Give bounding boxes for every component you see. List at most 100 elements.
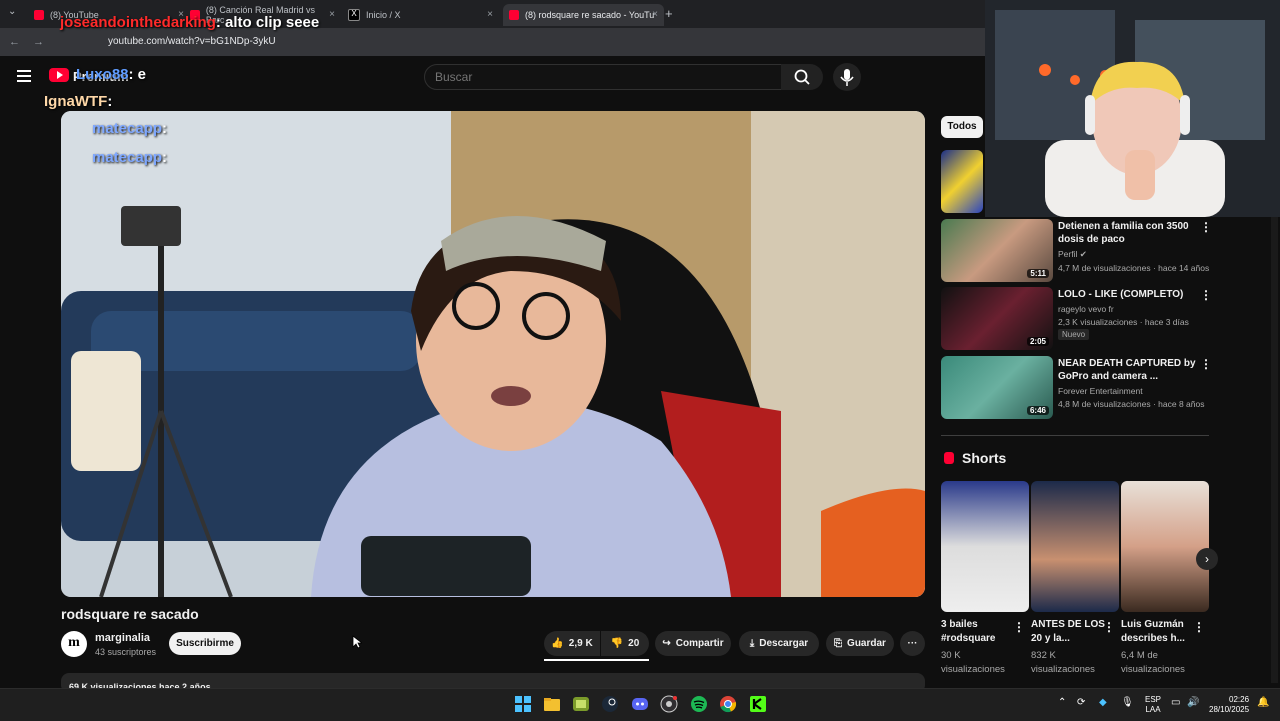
chat-username: matecapp [92,120,163,137]
url-field[interactable]: youtube.com/watch?v=bG1NDp-3ykU [108,36,276,47]
forward-arrow-icon[interactable]: → [33,36,44,48]
short-title[interactable]: 3 bailes #rodsquare [941,618,1021,646]
video-thumbnail[interactable]: 2:05 [941,287,1053,350]
bookmark-icon: ⎘ [834,638,843,649]
tab-inicio-x[interactable]: X Inicio / X × [348,4,493,26]
mouse-cursor-icon [352,635,362,649]
more-options-icon[interactable]: ⋮ [1200,220,1212,234]
search-icon [794,69,810,85]
recommendation-channel[interactable]: rageylo vevo fr [1058,304,1114,314]
chat-username: joseandointhedarking [60,14,216,31]
close-tab-icon[interactable]: × [329,9,335,20]
short-views: 30 K visualizaciones [941,650,1005,675]
channel-name[interactable]: marginalia [95,632,150,644]
save-button[interactable]: ⎘ Guardar [826,631,894,656]
youtube-logo-icon[interactable] [49,68,69,82]
like-ratio-bar [544,659,649,661]
next-shorts-button[interactable]: › [1196,548,1218,570]
duration-badge: 5:11 [1027,269,1049,278]
share-label: Compartir [675,638,724,649]
chip-todos[interactable]: Todos [941,116,983,138]
microphone-tray-icon[interactable]: 🎙 [1121,697,1134,708]
channel-avatar[interactable]: m [61,631,87,657]
tab-search-button[interactable]: ⌄ [8,6,16,17]
recommendation-title[interactable]: Detienen a familia con 3500 dosis de pac… [1058,220,1198,246]
subscribe-button[interactable]: Suscribirme [169,632,241,655]
short-thumbnail[interactable] [1121,481,1209,612]
page-scrollbar[interactable] [1271,217,1278,683]
close-tab-icon[interactable]: × [652,9,658,20]
share-button[interactable]: ↪ Compartir [655,631,731,656]
more-options-icon[interactable]: ⋮ [1013,620,1025,634]
chat-line: matecapp: [92,120,167,137]
hamburger-menu-icon[interactable] [17,70,31,82]
tab-rodsquare-active[interactable]: (8) rodsquare re sacado - YouTu × [503,4,664,26]
volume-icon[interactable]: 🔊 [1187,697,1199,708]
short-title[interactable]: ANTES DE LOS 20 y la... [1031,618,1111,646]
file-explorer-icon[interactable] [543,695,561,713]
dislike-button[interactable]: 👎 20 [601,631,649,656]
voice-search-button[interactable] [833,63,861,91]
more-options-icon[interactable]: ⋮ [1200,357,1212,371]
chat-line: joseandointhedarking: alto clip seee [60,14,319,31]
chat-line: IgnaWTF: [44,93,112,110]
chrome-icon[interactable] [719,695,737,713]
recommendation-channel[interactable]: Forever Entertainment [1058,386,1143,396]
more-options-icon[interactable]: ⋮ [1103,620,1115,634]
windows-start-icon[interactable] [514,695,532,713]
short-title[interactable]: Luis Guzmán describes h... [1121,618,1201,646]
recommendation-title[interactable]: LOLO - LIKE (COMPLETO) [1058,288,1198,301]
obs-icon[interactable] [660,695,678,713]
share-icon: ↪ [662,638,671,649]
media-app-icon[interactable] [572,695,590,713]
language-indicator[interactable]: ESP LAA [1145,695,1161,715]
shorts-logo-icon [944,452,954,464]
microphone-icon [840,69,854,86]
download-button[interactable]: ⤓ Descargar [739,631,819,656]
short-thumbnail[interactable] [941,481,1029,612]
video-thumbnail[interactable] [941,150,983,213]
streamer-webcam [985,0,1280,217]
tab-label: Inicio / X [366,10,401,20]
chat-message: : e [128,66,147,83]
spotify-icon[interactable] [690,695,708,713]
video-thumbnail[interactable]: 6:46 [941,356,1053,419]
back-arrow-icon[interactable]: ← [9,36,20,48]
discord-icon[interactable] [631,695,649,713]
video-player[interactable] [61,111,925,597]
more-options-icon[interactable]: ⋮ [1193,620,1205,634]
like-count: 2,9 K [568,638,593,649]
more-actions-button[interactable]: ··· [900,631,925,656]
chevron-up-icon[interactable]: ⌃ [1058,697,1066,708]
close-tab-icon[interactable]: × [487,9,493,20]
new-tab-button[interactable]: + [665,6,673,21]
search-input[interactable] [425,65,767,89]
security-icon[interactable]: ◆ [1099,697,1107,708]
kick-icon[interactable] [749,695,767,713]
recommendation-channel[interactable]: Perfil ✔ [1058,249,1087,260]
search-button[interactable] [781,64,823,90]
more-options-icon[interactable]: ⋮ [1200,288,1212,302]
notification-bell-icon[interactable]: 🔔 [1257,697,1269,708]
chat-line: Luxo88: e [76,66,146,83]
chat-message: : [107,93,113,110]
video-frame [61,111,925,597]
network-icon[interactable]: ▭ [1171,697,1180,708]
short-thumbnail[interactable] [1031,481,1119,612]
chat-username: matecapp [92,149,163,166]
short-views: 6,4 M de visualizaciones [1121,650,1185,675]
subscriber-count: 43 suscriptores [95,647,157,657]
sync-icon[interactable]: ⟳ [1077,697,1085,708]
download-label: Descargar [759,638,809,649]
divider [941,435,1209,436]
shorts-heading: Shorts [962,450,1007,466]
youtube-favicon-icon [34,10,44,20]
recommendation-meta: 2,3 K visualizaciones · hace 3 días [1058,317,1189,327]
video-thumbnail[interactable]: 5:11 [941,219,1053,282]
recommendation-title[interactable]: NEAR DEATH CAPTURED by GoPro and camera … [1058,357,1198,383]
search-box [424,64,783,90]
steam-icon[interactable] [601,695,619,713]
like-button[interactable]: 👍 2,9 K [544,631,600,656]
clock[interactable]: 02:26 28/10/2025 [1209,695,1249,715]
new-badge: Nuevo [1058,329,1090,340]
